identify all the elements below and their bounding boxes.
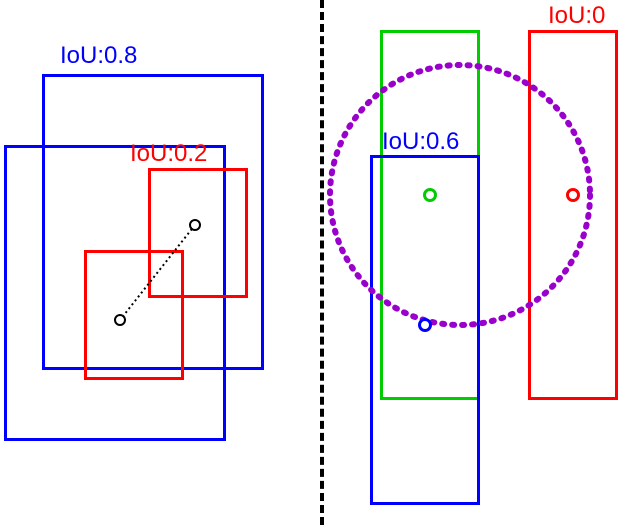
left-anchor-a — [189, 219, 201, 231]
left-anchor-b — [114, 314, 126, 326]
left-blue-iou-label: IoU:0.8 — [60, 42, 137, 70]
diagram-stage: IoU:0.8 IoU:0.2 IoU:0.6 IoU:0 — [0, 0, 640, 525]
left-red-iou-label: IoU:0.2 — [130, 140, 207, 168]
left-red-box-b — [84, 250, 184, 380]
right-blue-center — [418, 318, 432, 332]
right-red-box — [528, 30, 618, 400]
right-red-iou-label: IoU:0 — [548, 2, 605, 30]
right-green-center — [423, 188, 437, 202]
right-blue-iou-label: IoU:0.6 — [382, 128, 459, 156]
panel-divider — [320, 0, 324, 525]
right-red-center — [566, 188, 580, 202]
